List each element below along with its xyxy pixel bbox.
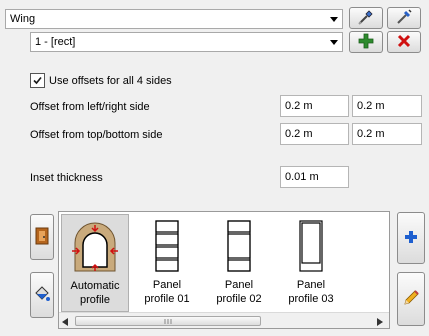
edit-gallery-item-button[interactable] — [397, 272, 425, 326]
close-icon — [397, 34, 411, 51]
door-style-button[interactable] — [30, 214, 54, 260]
profile-value: 1 - [rect] — [35, 36, 76, 48]
top-offset-field[interactable]: 0.2 m — [280, 123, 349, 145]
top-bottom-offset-label: Offset from top/bottom side — [30, 129, 163, 141]
gallery-caption-line2: profile — [80, 294, 110, 306]
delete-profile-button[interactable] — [387, 31, 421, 53]
scrollbar-thumb[interactable] — [75, 316, 261, 326]
bottom-offset-field[interactable]: 0.2 m — [352, 123, 422, 145]
gallery-scrollbar[interactable] — [59, 312, 389, 328]
paint-bucket-icon — [33, 285, 51, 306]
element-type-value: Wing — [10, 13, 36, 25]
dropdown-arrow-icon — [326, 10, 342, 28]
inset-thickness-label: Inset thickness — [30, 172, 103, 184]
use-offsets-checkbox-row[interactable]: Use offsets for all 4 sides — [30, 73, 172, 88]
use-offsets-checkbox[interactable] — [30, 73, 45, 88]
panel-profile-02-thumbnail — [209, 218, 269, 274]
pencil-icon — [402, 289, 420, 310]
add-gallery-item-button[interactable] — [397, 212, 425, 264]
eyedropper-icon — [357, 8, 375, 29]
automatic-profile-thumbnail — [65, 219, 125, 275]
gallery-caption-line1: Panel — [296, 279, 326, 291]
panel-profile-03-thumbnail — [281, 218, 341, 274]
gallery-item-automatic-profile[interactable]: Automatic profile — [61, 214, 129, 312]
plus-icon — [358, 33, 374, 52]
profile-combo[interactable]: 1 - [rect] — [30, 32, 343, 52]
syringe-icon — [395, 8, 413, 29]
use-offsets-label: Use offsets for all 4 sides — [49, 74, 172, 87]
element-type-combo[interactable]: Wing — [5, 9, 343, 29]
gallery-item-panel-profile-01[interactable]: Panel profile 01 — [133, 214, 201, 312]
pick-button[interactable] — [349, 7, 383, 29]
add-profile-button[interactable] — [349, 31, 383, 53]
profile-gallery[interactable]: Automatic profile Panel profile 01 Panel… — [58, 211, 390, 329]
dropdown-arrow-icon — [326, 33, 342, 51]
panel-profile-01-thumbnail — [137, 218, 197, 274]
left-right-offset-label: Offset from left/right side — [30, 101, 150, 113]
right-offset-field[interactable]: 0.2 m — [352, 95, 422, 117]
scroll-left-arrow-icon[interactable] — [62, 317, 68, 329]
paint-button[interactable] — [30, 272, 54, 318]
gallery-caption-line1: Panel — [224, 279, 254, 291]
gallery-caption-line2: profile 03 — [288, 293, 334, 305]
left-offset-field[interactable]: 0.2 m — [280, 95, 349, 117]
gallery-caption-line1: Automatic — [70, 280, 120, 292]
inset-thickness-field[interactable]: 0.01 m — [280, 166, 349, 188]
inject-button[interactable] — [387, 7, 421, 29]
scroll-right-arrow-icon[interactable] — [377, 317, 383, 329]
door-icon — [35, 227, 49, 248]
gallery-item-panel-profile-03[interactable]: Panel profile 03 — [277, 214, 345, 312]
gallery-caption-line2: profile 01 — [144, 293, 190, 305]
gallery-caption-line2: profile 02 — [216, 293, 262, 305]
blue-plus-icon — [404, 230, 418, 247]
gallery-caption-line1: Panel — [152, 279, 182, 291]
gallery-item-panel-profile-02[interactable]: Panel profile 02 — [205, 214, 273, 312]
